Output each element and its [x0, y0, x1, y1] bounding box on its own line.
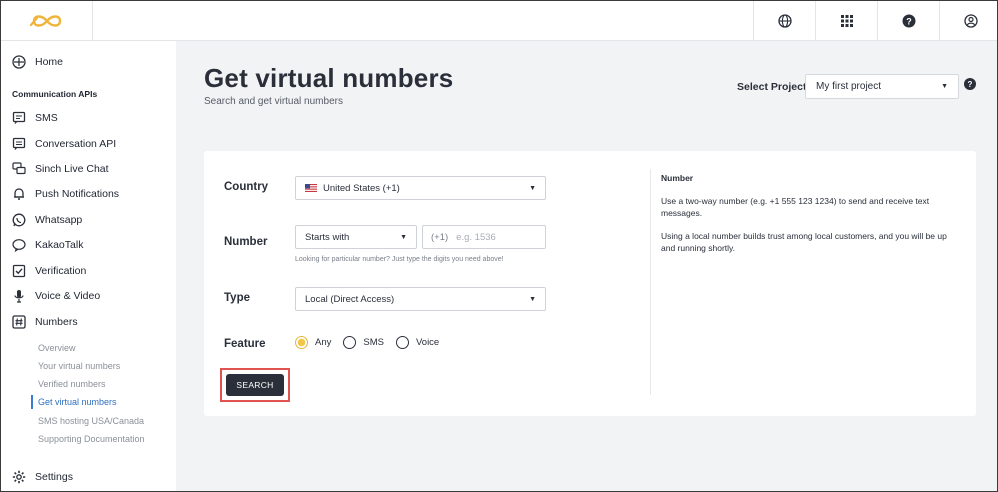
home-icon [11, 54, 27, 70]
top-bar: ? [1, 1, 997, 41]
radio-label: SMS [363, 337, 384, 348]
sidebar-item-push-notifications[interactable]: Push Notifications [11, 183, 119, 205]
svg-text:?: ? [906, 17, 912, 27]
globe-button[interactable] [753, 1, 815, 41]
account-button[interactable] [939, 1, 997, 41]
chevron-down-icon: ▼ [529, 184, 536, 192]
sidebar-subitem-your-virtual-numbers[interactable]: Your virtual numbers [38, 361, 120, 371]
feature-label: Feature [224, 338, 266, 350]
globe-icon [777, 14, 792, 28]
project-select-value: My first project [816, 81, 882, 92]
radio-label: Voice [415, 337, 440, 348]
main-content: Get virtual numbers Search and get virtu… [176, 41, 997, 491]
sidebar-item-settings[interactable]: Settings [11, 466, 73, 488]
country-label: Country [224, 181, 269, 193]
radio-unselected-icon [395, 336, 409, 349]
chevron-down-icon: ▼ [941, 83, 948, 90]
country-select-content: United States (+1) [305, 183, 400, 194]
sidebar-subitem-overview[interactable]: Overview [38, 343, 76, 353]
feature-radio-sms[interactable]: SMS [343, 336, 384, 349]
bell-icon [11, 186, 27, 202]
apps-button[interactable] [815, 1, 877, 41]
number-label: Number [224, 236, 268, 248]
page-subtitle: Search and get virtual numbers [204, 96, 343, 107]
sidebar-item-label: Whatsapp [35, 214, 83, 226]
sidebar-item-numbers[interactable]: Numbers [11, 311, 78, 333]
sidebar-item-label: Home [35, 56, 64, 68]
search-button-highlight: SEARCH [220, 368, 290, 402]
sidebar-item-label: SMS [35, 112, 58, 124]
sidebar-item-label: Sinch Live Chat [35, 163, 109, 175]
gear-icon [11, 469, 27, 485]
help-button[interactable]: ? [877, 1, 939, 41]
number-prefix: (+1) [431, 231, 449, 243]
check-box-icon [11, 263, 27, 279]
feature-radio-any[interactable]: Any [295, 336, 331, 349]
number-input[interactable]: (+1) e.g. 1536 [422, 225, 546, 249]
sidebar-item-label: Verification [35, 265, 87, 277]
sidebar-item-voice-video[interactable]: Voice & Video [11, 285, 100, 307]
sidebar-subitem-get-virtual-numbers[interactable]: Get virtual numbers [38, 397, 117, 407]
sidebar-item-whatsapp[interactable]: Whatsapp [11, 209, 82, 231]
us-flag-icon [305, 184, 317, 192]
radio-label: Any [315, 337, 332, 348]
sidebar-subitem-sms-hosting[interactable]: SMS hosting USA/Canada [38, 416, 144, 426]
feature-radio-group: Any SMS Voice [295, 336, 439, 349]
kakaotalk-icon [11, 237, 27, 253]
sidebar-item-home[interactable]: Home [11, 51, 63, 73]
radio-selected-icon [295, 336, 308, 349]
type-select[interactable]: Local (Direct Access) ▼ [295, 287, 546, 311]
search-card: Country United States (+1) ▼ Number Star… [204, 151, 976, 416]
number-placeholder: e.g. 1536 [456, 231, 496, 243]
sidebar-item-label: KakaoTalk [35, 239, 84, 251]
sidebar-item-kakaotalk[interactable]: KakaoTalk [11, 234, 83, 256]
hash-icon [11, 314, 27, 330]
sidebar-item-conversation-api[interactable]: Conversation API [11, 133, 116, 155]
card-divider [650, 169, 651, 395]
account-icon [963, 14, 978, 28]
microphone-icon [11, 288, 27, 304]
sidebar-subitem-verified-numbers[interactable]: Verified numbers [38, 379, 106, 389]
info-paragraph-1: Use a two-way number (e.g. +1 555 123 12… [661, 196, 930, 218]
number-mode-select[interactable]: Starts with ▼ [295, 225, 417, 249]
page-title: Get virtual numbers [204, 63, 454, 93]
apps-grid-icon [840, 15, 853, 27]
message-icon [11, 110, 27, 126]
active-indicator [31, 395, 33, 409]
project-help-icon[interactable]: ? [964, 78, 976, 90]
search-button[interactable]: SEARCH [226, 374, 284, 396]
sidebar: Home Communication APIs SMS Conversation… [1, 41, 176, 491]
info-title: Number [661, 173, 694, 183]
number-hint: Looking for particular number? Just type… [295, 256, 504, 263]
sidebar-section-title: Communication APIs [12, 89, 98, 99]
type-label: Type [224, 292, 250, 304]
help-icon: ? [902, 14, 915, 28]
sidebar-item-label: Settings [35, 471, 73, 483]
type-select-value: Local (Direct Access) [305, 293, 395, 305]
sidebar-item-label: Conversation API [35, 138, 117, 150]
chevron-down-icon: ▼ [529, 295, 536, 303]
conversation-icon [11, 136, 27, 152]
sidebar-item-label: Push Notifications [35, 188, 120, 200]
logo[interactable] [1, 1, 93, 41]
country-select-value: United States (+1) [323, 182, 400, 194]
whatsapp-icon [11, 212, 27, 228]
sidebar-item-verification[interactable]: Verification [11, 260, 86, 282]
info-paragraph-2: Using a local number builds trust among … [661, 231, 947, 253]
country-select[interactable]: United States (+1) ▼ [295, 176, 546, 200]
sidebar-item-sms[interactable]: SMS [11, 107, 58, 129]
sidebar-item-label: Numbers [35, 316, 78, 328]
sidebar-item-live-chat[interactable]: Sinch Live Chat [11, 158, 109, 180]
project-select[interactable]: My first project ▼ [805, 74, 959, 99]
project-label: Select Project [737, 81, 807, 93]
app-window: ? Home Communication APIs SMS Conversati… [0, 0, 998, 492]
sidebar-item-label: Voice & Video [35, 290, 101, 302]
number-mode-value: Starts with [305, 231, 350, 243]
sinch-logo-icon [29, 15, 61, 27]
sidebar-subitem-supporting-documentation[interactable]: Supporting Documentation [38, 434, 145, 444]
radio-unselected-icon [343, 336, 357, 349]
chat-icon [11, 161, 27, 177]
chevron-down-icon: ▼ [400, 233, 407, 241]
feature-radio-voice[interactable]: Voice [395, 336, 440, 349]
